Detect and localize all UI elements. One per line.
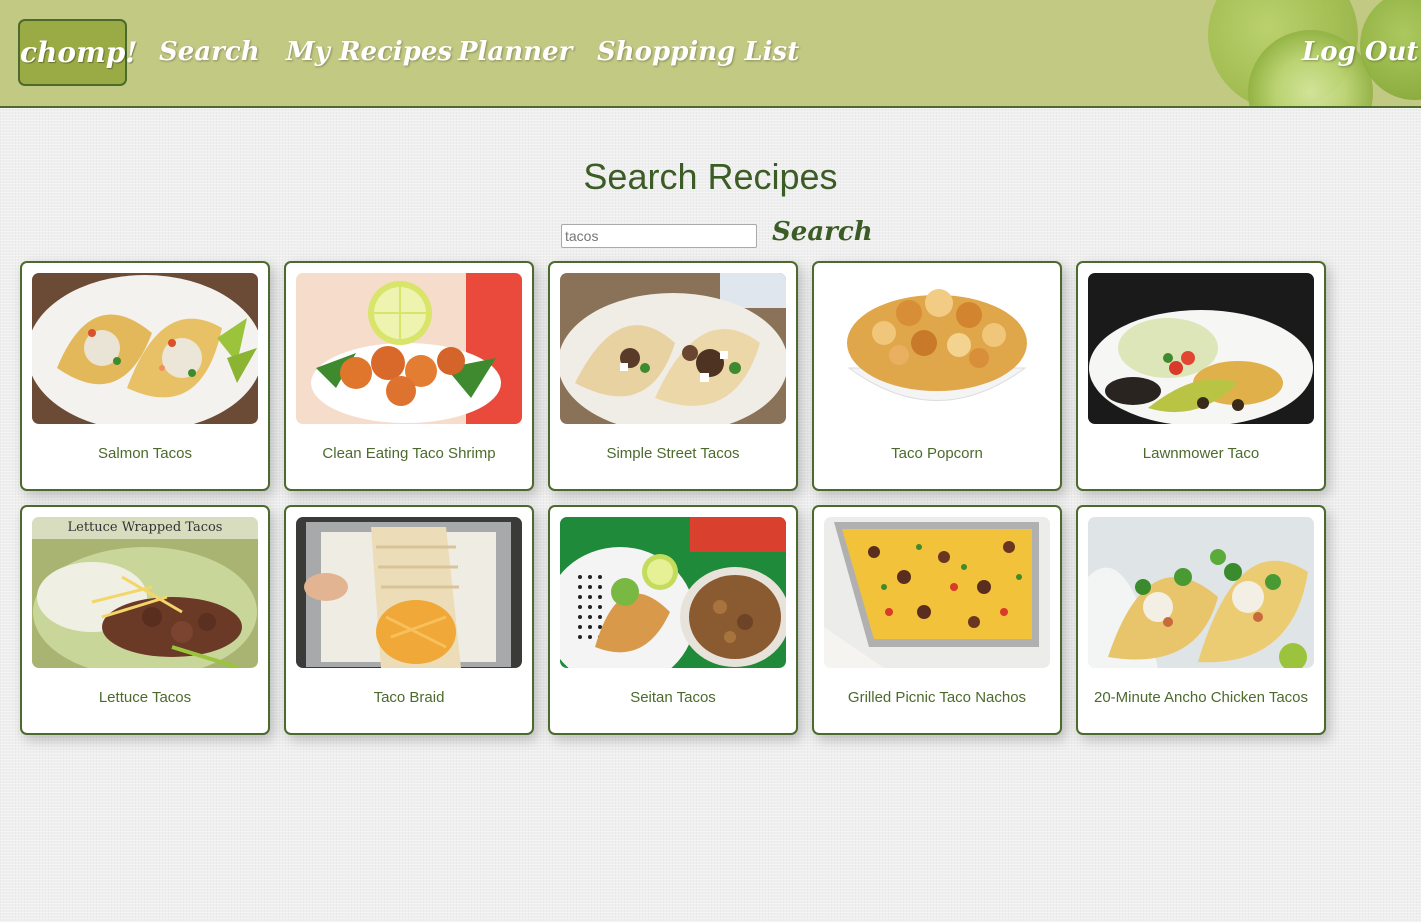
recipe-image[interactable] <box>1088 273 1314 424</box>
image-caption: Lettuce Wrapped Tacos <box>32 517 258 539</box>
recipe-title[interactable]: Grilled Picnic Taco Nachos <box>824 687 1050 709</box>
search-input[interactable] <box>561 224 757 248</box>
recipe-image[interactable] <box>1088 517 1314 668</box>
recipe-card[interactable]: Taco Popcorn <box>812 261 1062 491</box>
recipe-card[interactable]: Clean Eating Taco Shrimp <box>284 261 534 491</box>
taco-bowl-photo-icon <box>1088 273 1314 424</box>
recipe-title[interactable]: Lawnmower Taco <box>1088 443 1314 465</box>
page-title: Search Recipes <box>583 156 838 197</box>
recipe-title[interactable]: Clean Eating Taco Shrimp <box>296 443 522 465</box>
recipe-card[interactable]: 20-Minute Ancho Chicken Tacos <box>1076 505 1326 735</box>
recipe-image[interactable] <box>32 273 258 424</box>
recipe-title[interactable]: Taco Popcorn <box>824 443 1050 465</box>
recipe-title[interactable]: Lettuce Tacos <box>32 687 258 709</box>
nav-log-out-link[interactable]: Log Out <box>1302 30 1418 74</box>
recipe-card[interactable]: Lettuce Wrapped Tacos Lettuce Tacos <box>20 505 270 735</box>
recipe-card[interactable]: Salmon Tacos <box>20 261 270 491</box>
nachos-photo-icon <box>824 517 1050 668</box>
recipe-title[interactable]: Seitan Tacos <box>560 687 786 709</box>
recipe-card[interactable]: Seitan Tacos <box>548 505 798 735</box>
recipe-title[interactable]: Salmon Tacos <box>32 443 258 465</box>
chicken-tacos-photo-icon <box>1088 517 1314 668</box>
recipe-image[interactable] <box>296 273 522 424</box>
recipe-title[interactable]: 20-Minute Ancho Chicken Tacos <box>1088 687 1314 709</box>
recipe-image[interactable] <box>824 517 1050 668</box>
nav-search-link[interactable]: Search <box>159 30 260 74</box>
tacos-photo-icon <box>32 273 258 424</box>
logo-button[interactable]: chomp! <box>18 19 138 86</box>
nav-my-recipes-link[interactable]: My Recipes <box>286 30 452 74</box>
recipe-card[interactable]: Simple Street Tacos <box>548 261 798 491</box>
recipe-image[interactable] <box>560 517 786 668</box>
nav-shopping-list-link[interactable]: Shopping List <box>597 30 799 74</box>
recipe-card[interactable]: Lawnmower Taco <box>1076 261 1326 491</box>
navbar: chomp! Search My Recipes Planner Shoppin… <box>0 0 1421 108</box>
lettuce-tacos-photo-icon <box>32 517 258 668</box>
recipe-title[interactable]: Taco Braid <box>296 687 522 709</box>
search-button[interactable]: Search <box>772 212 873 252</box>
street-tacos-photo-icon <box>560 273 786 424</box>
recipe-image[interactable] <box>296 517 522 668</box>
shrimp-photo-icon <box>296 273 522 424</box>
recipe-grid: Salmon Tacos Clean Eating Taco Shrimp Si… <box>20 261 1340 735</box>
recipe-card[interactable]: Taco Braid <box>284 505 534 735</box>
popcorn-photo-icon <box>824 273 1050 424</box>
recipe-title[interactable]: Simple Street Tacos <box>560 443 786 465</box>
recipe-image[interactable] <box>824 273 1050 424</box>
nav-planner-link[interactable]: Planner <box>458 30 572 74</box>
recipe-image[interactable]: Lettuce Wrapped Tacos <box>32 517 258 668</box>
seitan-tacos-photo-icon <box>560 517 786 668</box>
braid-photo-icon <box>296 517 522 668</box>
recipe-image[interactable] <box>560 273 786 424</box>
recipe-card[interactable]: Grilled Picnic Taco Nachos <box>812 505 1062 735</box>
